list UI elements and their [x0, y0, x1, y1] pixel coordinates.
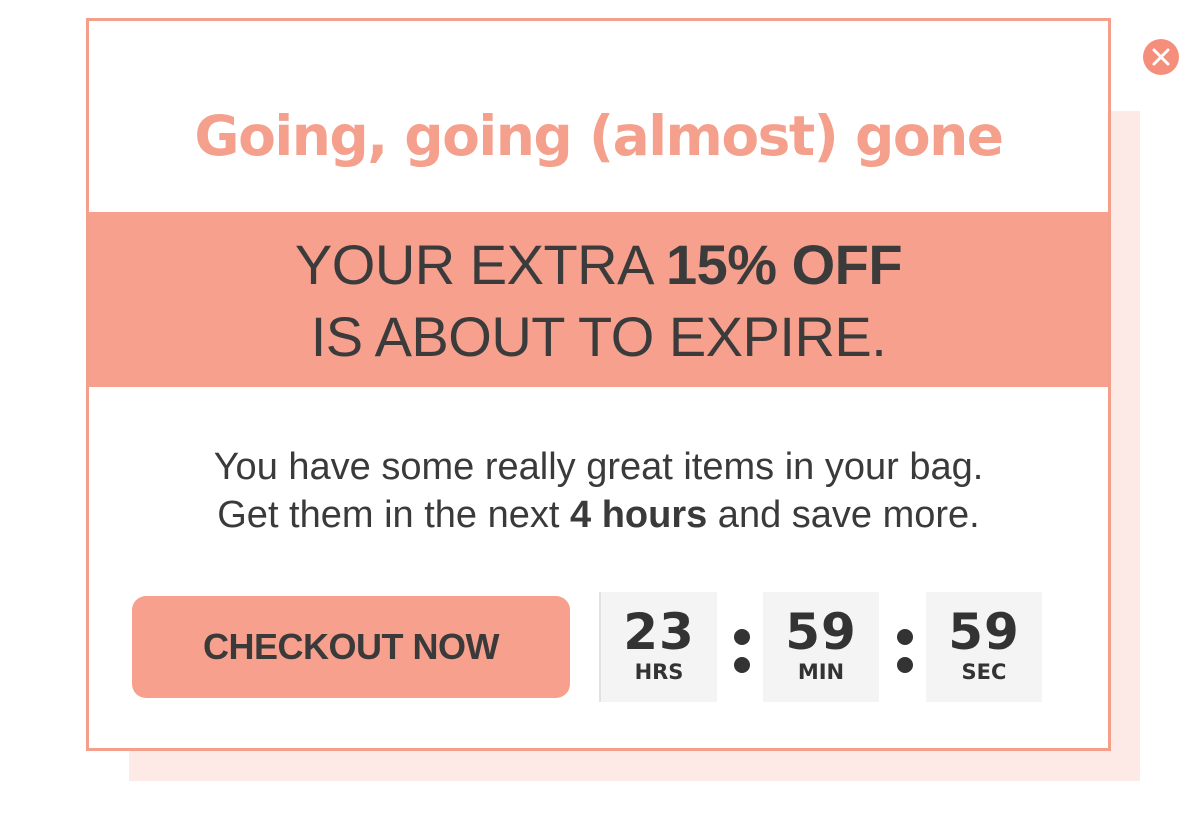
- message-line-1: You have some really great items in your…: [213, 446, 984, 488]
- countdown-minutes: 59 MIN: [763, 592, 879, 702]
- banner-text: YOUR EXTRA: [294, 233, 666, 296]
- message-text: Get them in the next: [217, 494, 570, 536]
- discount-banner: YOUR EXTRA 15% OFF IS ABOUT TO EXPIRE.: [89, 212, 1108, 387]
- message-line-2: Get them in the next 4 hours and save mo…: [89, 491, 1108, 539]
- promo-modal: Going, going (almost) gone YOUR EXTRA 15…: [86, 18, 1111, 751]
- countdown-separator: [895, 625, 915, 675]
- countdown-seconds: 59 SEC: [926, 592, 1042, 702]
- seconds-label: SEC: [961, 660, 1007, 684]
- close-icon[interactable]: [1143, 39, 1179, 75]
- time-remaining: 4 hours: [570, 494, 708, 536]
- page: Going, going (almost) gone YOUR EXTRA 15…: [0, 0, 1200, 840]
- countdown-separator: [732, 625, 752, 675]
- countdown-hours: 23 HRS: [599, 592, 717, 702]
- close-x-glyph: [1152, 48, 1170, 66]
- banner-line-1: YOUR EXTRA 15% OFF: [89, 232, 1108, 298]
- hours-value: 23: [623, 603, 695, 661]
- seconds-value: 59: [948, 603, 1020, 661]
- hours-label: HRS: [634, 660, 684, 684]
- modal-title: Going, going (almost) gone: [194, 104, 1004, 168]
- banner-line-2: IS ABOUT TO EXPIRE.: [310, 305, 887, 368]
- message-text-end: and save more.: [707, 494, 980, 536]
- checkout-now-button[interactable]: CHECKOUT NOW: [132, 596, 570, 698]
- discount-amount: 15% OFF: [665, 233, 903, 296]
- minutes-value: 59: [785, 603, 857, 661]
- minutes-label: MIN: [797, 660, 845, 684]
